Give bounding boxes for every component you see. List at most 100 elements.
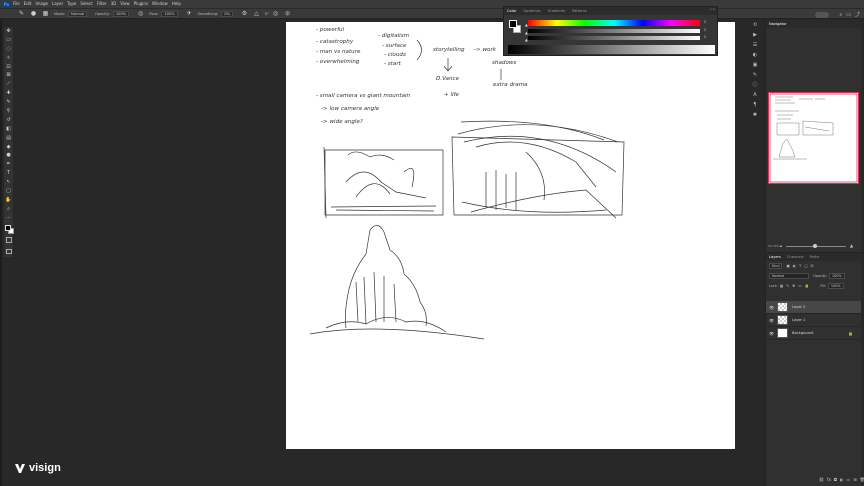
smoothing-settings-icon[interactable]: ⚙ bbox=[241, 10, 248, 17]
layer-row-background[interactable]: 👁 Background 🔒 bbox=[766, 327, 861, 340]
eraser-tool-icon[interactable]: ◧ bbox=[4, 125, 13, 134]
angle-icon[interactable]: △ bbox=[253, 10, 260, 17]
type-tool-icon[interactable]: T bbox=[4, 169, 13, 178]
tab-swatches[interactable]: Swatches bbox=[523, 9, 540, 13]
blend-mode-select[interactable]: Normal bbox=[769, 273, 809, 279]
menu-image[interactable]: Image bbox=[35, 0, 48, 8]
mode-select[interactable]: Normal bbox=[68, 10, 88, 17]
brushes-icon[interactable]: ✎ bbox=[750, 70, 760, 80]
airbrush-icon[interactable]: ✈ bbox=[186, 10, 193, 17]
filter-shape-icon[interactable]: ▢ bbox=[804, 264, 807, 268]
menu-view[interactable]: View bbox=[120, 0, 130, 8]
move-tool-icon[interactable]: ✥ bbox=[4, 27, 13, 36]
menu-window[interactable]: Window bbox=[152, 0, 168, 8]
smoothing-field[interactable]: 0% bbox=[221, 10, 233, 17]
angle-value[interactable]: 0° bbox=[265, 12, 269, 16]
menu-type[interactable]: Type bbox=[67, 0, 76, 8]
hue-slider[interactable] bbox=[528, 20, 700, 26]
dodge-tool-icon[interactable]: ● bbox=[4, 151, 13, 160]
brightness-slider[interactable] bbox=[528, 36, 700, 40]
share-icon[interactable]: ⤴ bbox=[855, 11, 860, 18]
menu-layer[interactable]: Layer bbox=[52, 0, 63, 8]
search-icon[interactable]: ⌕ bbox=[839, 12, 842, 18]
document-canvas[interactable]: - powerful - catastrophy - man vs nature… bbox=[286, 22, 735, 449]
brush-tool-icon[interactable]: ✎ bbox=[18, 10, 25, 17]
workspace-icon[interactable]: ▭ bbox=[846, 12, 851, 18]
menu-filter[interactable]: Filter bbox=[97, 0, 107, 8]
color-ramp[interactable] bbox=[508, 45, 715, 54]
more-tools-icon[interactable]: ⋯ bbox=[4, 214, 13, 223]
brightness-slider-thumb[interactable]: ▲ bbox=[525, 38, 528, 42]
pressure-size-icon[interactable]: ◎ bbox=[272, 10, 279, 17]
frame-tool-icon[interactable]: ⊠ bbox=[4, 71, 13, 80]
lock-artboard-icon[interactable]: ▭ bbox=[798, 284, 801, 288]
filter-smart-icon[interactable]: ⊡ bbox=[811, 264, 814, 268]
layer-row-layer-2[interactable]: 👁 Layer 2 bbox=[766, 301, 861, 314]
panel-collapse-icon[interactable]: « × bbox=[710, 7, 715, 11]
lock-all-icon[interactable]: 🔒 bbox=[805, 284, 809, 288]
history-brush-tool-icon[interactable]: ↺ bbox=[4, 116, 13, 125]
menu-3d[interactable]: 3D bbox=[111, 0, 117, 8]
hue-slider-thumb[interactable]: ▲ bbox=[525, 23, 528, 27]
tab-patterns[interactable]: Patterns bbox=[572, 9, 587, 13]
stamp-tool-icon[interactable]: ⚲ bbox=[4, 107, 13, 116]
libraries-icon[interactable]: ▣ bbox=[750, 60, 760, 70]
group-icon[interactable]: ▭ bbox=[847, 477, 851, 482]
quick-mask-icon[interactable] bbox=[6, 237, 12, 243]
navigator-zoom-value[interactable]: 33.33% bbox=[768, 244, 779, 248]
menu-select[interactable]: Select bbox=[80, 0, 92, 8]
tab-layers[interactable]: Layers bbox=[769, 255, 781, 259]
brush-preset-icon[interactable]: ● bbox=[30, 10, 37, 17]
character-icon[interactable]: A bbox=[750, 90, 760, 100]
history-icon[interactable]: ⟲ bbox=[750, 20, 760, 30]
actions-icon[interactable]: ▶ bbox=[750, 30, 760, 40]
adjustments-icon[interactable]: ◐ bbox=[750, 50, 760, 60]
opacity-field[interactable]: 100% bbox=[112, 10, 130, 17]
link-layers-icon[interactable]: ⛓ bbox=[819, 477, 824, 482]
blur-tool-icon[interactable]: ◆ bbox=[4, 143, 13, 152]
tab-gradients[interactable]: Gradients bbox=[548, 9, 566, 13]
layer-row-layer-1[interactable]: 👁 Layer 1 bbox=[766, 314, 861, 327]
magic-wand-tool-icon[interactable]: ✧ bbox=[4, 54, 13, 63]
layer-filter-kind[interactable]: Kind bbox=[769, 263, 783, 269]
lock-pixels-icon[interactable]: ✎ bbox=[786, 284, 789, 288]
foreground-color-swatch[interactable] bbox=[5, 225, 11, 231]
healing-tool-icon[interactable]: ✚ bbox=[4, 89, 13, 98]
menu-plugins[interactable]: Plugins bbox=[134, 0, 148, 8]
path-selection-tool-icon[interactable]: ↖ bbox=[4, 178, 13, 187]
menu-file[interactable]: File bbox=[13, 0, 20, 8]
artboard-tool-icon[interactable]: ▭ bbox=[4, 36, 13, 45]
navigator-thumbnail[interactable] bbox=[768, 92, 859, 184]
crop-tool-icon[interactable]: ⊡ bbox=[4, 63, 13, 72]
zoom-slider-thumb[interactable] bbox=[813, 244, 817, 248]
filter-type-icon[interactable]: T bbox=[799, 264, 801, 268]
zoom-tool-icon[interactable]: ⌕ bbox=[4, 205, 13, 214]
flow-field[interactable]: 100% bbox=[161, 10, 178, 17]
pen-tool-icon[interactable]: ✒ bbox=[4, 160, 13, 169]
new-layer-icon[interactable]: ⊞ bbox=[853, 477, 856, 482]
shape-tool-icon[interactable]: ▢ bbox=[4, 187, 13, 196]
delete-layer-icon[interactable]: 🗑 bbox=[860, 477, 864, 482]
tab-navigator[interactable]: Navigator bbox=[766, 20, 861, 28]
visibility-eye-icon[interactable]: 👁 bbox=[769, 305, 777, 310]
brush-settings-icon[interactable]: ▦ bbox=[42, 10, 49, 17]
saturation-slider[interactable] bbox=[528, 29, 700, 33]
lasso-tool-icon[interactable]: ◌ bbox=[4, 45, 13, 54]
zoom-in-icon[interactable]: ▲ bbox=[850, 243, 853, 248]
search-input[interactable] bbox=[815, 11, 830, 18]
tab-paths[interactable]: Paths bbox=[810, 255, 820, 259]
screen-mode-icon[interactable] bbox=[6, 249, 12, 254]
filter-pixel-icon[interactable]: ▣ bbox=[786, 264, 789, 268]
menu-help[interactable]: Help bbox=[172, 0, 181, 8]
menu-edit[interactable]: Edit bbox=[24, 0, 32, 8]
add-mask-icon[interactable]: ◘ bbox=[834, 477, 837, 482]
layer-style-icon[interactable]: fx bbox=[827, 477, 831, 482]
paragraph-icon[interactable]: ¶ bbox=[750, 100, 760, 110]
layer-opacity-field[interactable]: 100% bbox=[828, 273, 845, 279]
eyedropper-tool-icon[interactable]: ⟋ bbox=[4, 80, 13, 89]
fill-field[interactable]: 100% bbox=[827, 283, 844, 289]
visibility-eye-icon[interactable]: 👁 bbox=[769, 331, 777, 336]
symmetry-icon[interactable]: ⦶ bbox=[284, 10, 291, 17]
tab-channels[interactable]: Channels bbox=[787, 255, 804, 259]
lock-position-icon[interactable]: ✥ bbox=[792, 284, 795, 288]
